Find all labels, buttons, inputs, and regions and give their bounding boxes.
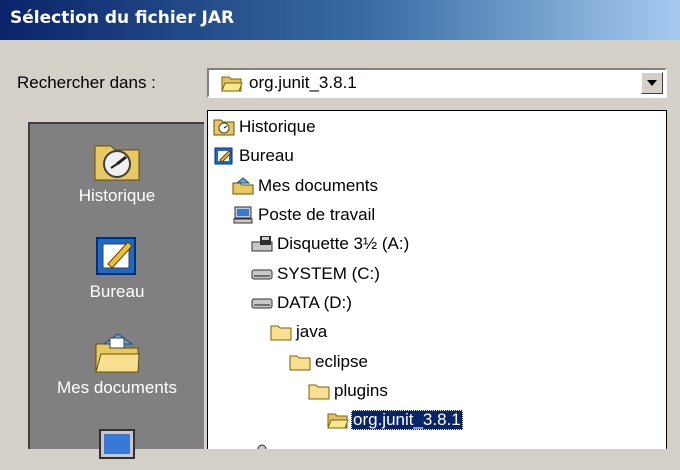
look-in-dropdown-list[interactable]: Historique Bureau Mes documents Poste de…	[207, 110, 667, 449]
list-item[interactable]: Poste de travail	[208, 203, 666, 227]
my-documents-icon	[95, 333, 140, 373]
list-item[interactable]: org.junit_3.8.1	[208, 408, 666, 432]
list-item-label: plugins	[334, 381, 388, 400]
window-title: Sélection du fichier JAR	[10, 8, 235, 28]
my-documents-icon	[232, 177, 254, 195]
desktop-icon	[214, 147, 233, 165]
place-label: Mes documents	[57, 378, 177, 397]
place-my-computer[interactable]	[30, 426, 204, 470]
list-item[interactable]: Disquette 3½ (A:)	[208, 232, 666, 256]
list-item-label: Historique	[239, 117, 316, 136]
hard-drive-icon	[251, 298, 273, 309]
look-in-combo[interactable]: org.junit_3.8.1	[207, 68, 667, 98]
dropdown-button[interactable]	[641, 72, 663, 94]
list-item-label: Disquette 3½ (A:)	[277, 234, 410, 253]
places-bar: Historique Bureau Mes documents	[28, 122, 204, 459]
open-folder-icon	[327, 413, 349, 429]
list-item[interactable]: Bureau	[208, 144, 666, 168]
list-item-partial[interactable]	[208, 438, 666, 449]
list-item[interactable]: java	[208, 320, 666, 344]
list-item[interactable]: Mes documents	[208, 174, 666, 198]
list-item[interactable]: Historique	[208, 115, 666, 139]
history-icon	[94, 145, 140, 181]
list-item-label: Poste de travail	[258, 205, 376, 224]
folder-icon	[308, 384, 330, 400]
list-item-label: Bureau	[239, 146, 294, 165]
chevron-down-icon	[647, 80, 657, 86]
look-in-value: org.junit_3.8.1	[249, 73, 357, 92]
list-item[interactable]: plugins	[208, 379, 666, 403]
list-item[interactable]: eclipse	[208, 350, 666, 374]
list-item-label-selected: org.junit_3.8.1	[351, 410, 463, 430]
my-computer-icon	[99, 429, 135, 459]
history-icon	[213, 119, 235, 136]
title-bar[interactable]: Sélection du fichier JAR	[0, 0, 680, 40]
list-item[interactable]: SYSTEM (C:)	[208, 262, 666, 286]
place-label: Bureau	[89, 282, 145, 301]
place-my-documents[interactable]: Mes documents	[30, 330, 204, 398]
list-item-label: eclipse	[315, 352, 368, 371]
list-item-label: SYSTEM (C:)	[277, 264, 380, 283]
place-label: Historique	[78, 186, 156, 205]
folder-icon	[270, 325, 292, 341]
desktop-icon	[96, 237, 136, 275]
list-item-label: Mes documents	[258, 176, 378, 195]
hard-drive-icon	[251, 269, 273, 280]
open-folder-icon	[221, 76, 243, 92]
look-in-label: Rechercher dans :	[17, 73, 156, 92]
list-item-label: DATA (D:)	[277, 293, 352, 312]
network-icon	[257, 444, 267, 449]
place-desktop[interactable]: Bureau	[30, 234, 204, 302]
floppy-drive-icon	[251, 236, 273, 252]
my-computer-icon	[233, 206, 253, 224]
place-history[interactable]: Historique	[30, 138, 204, 206]
list-item[interactable]: DATA (D:)	[208, 291, 666, 315]
folder-icon	[289, 355, 311, 371]
list-item-label: java	[296, 322, 328, 341]
